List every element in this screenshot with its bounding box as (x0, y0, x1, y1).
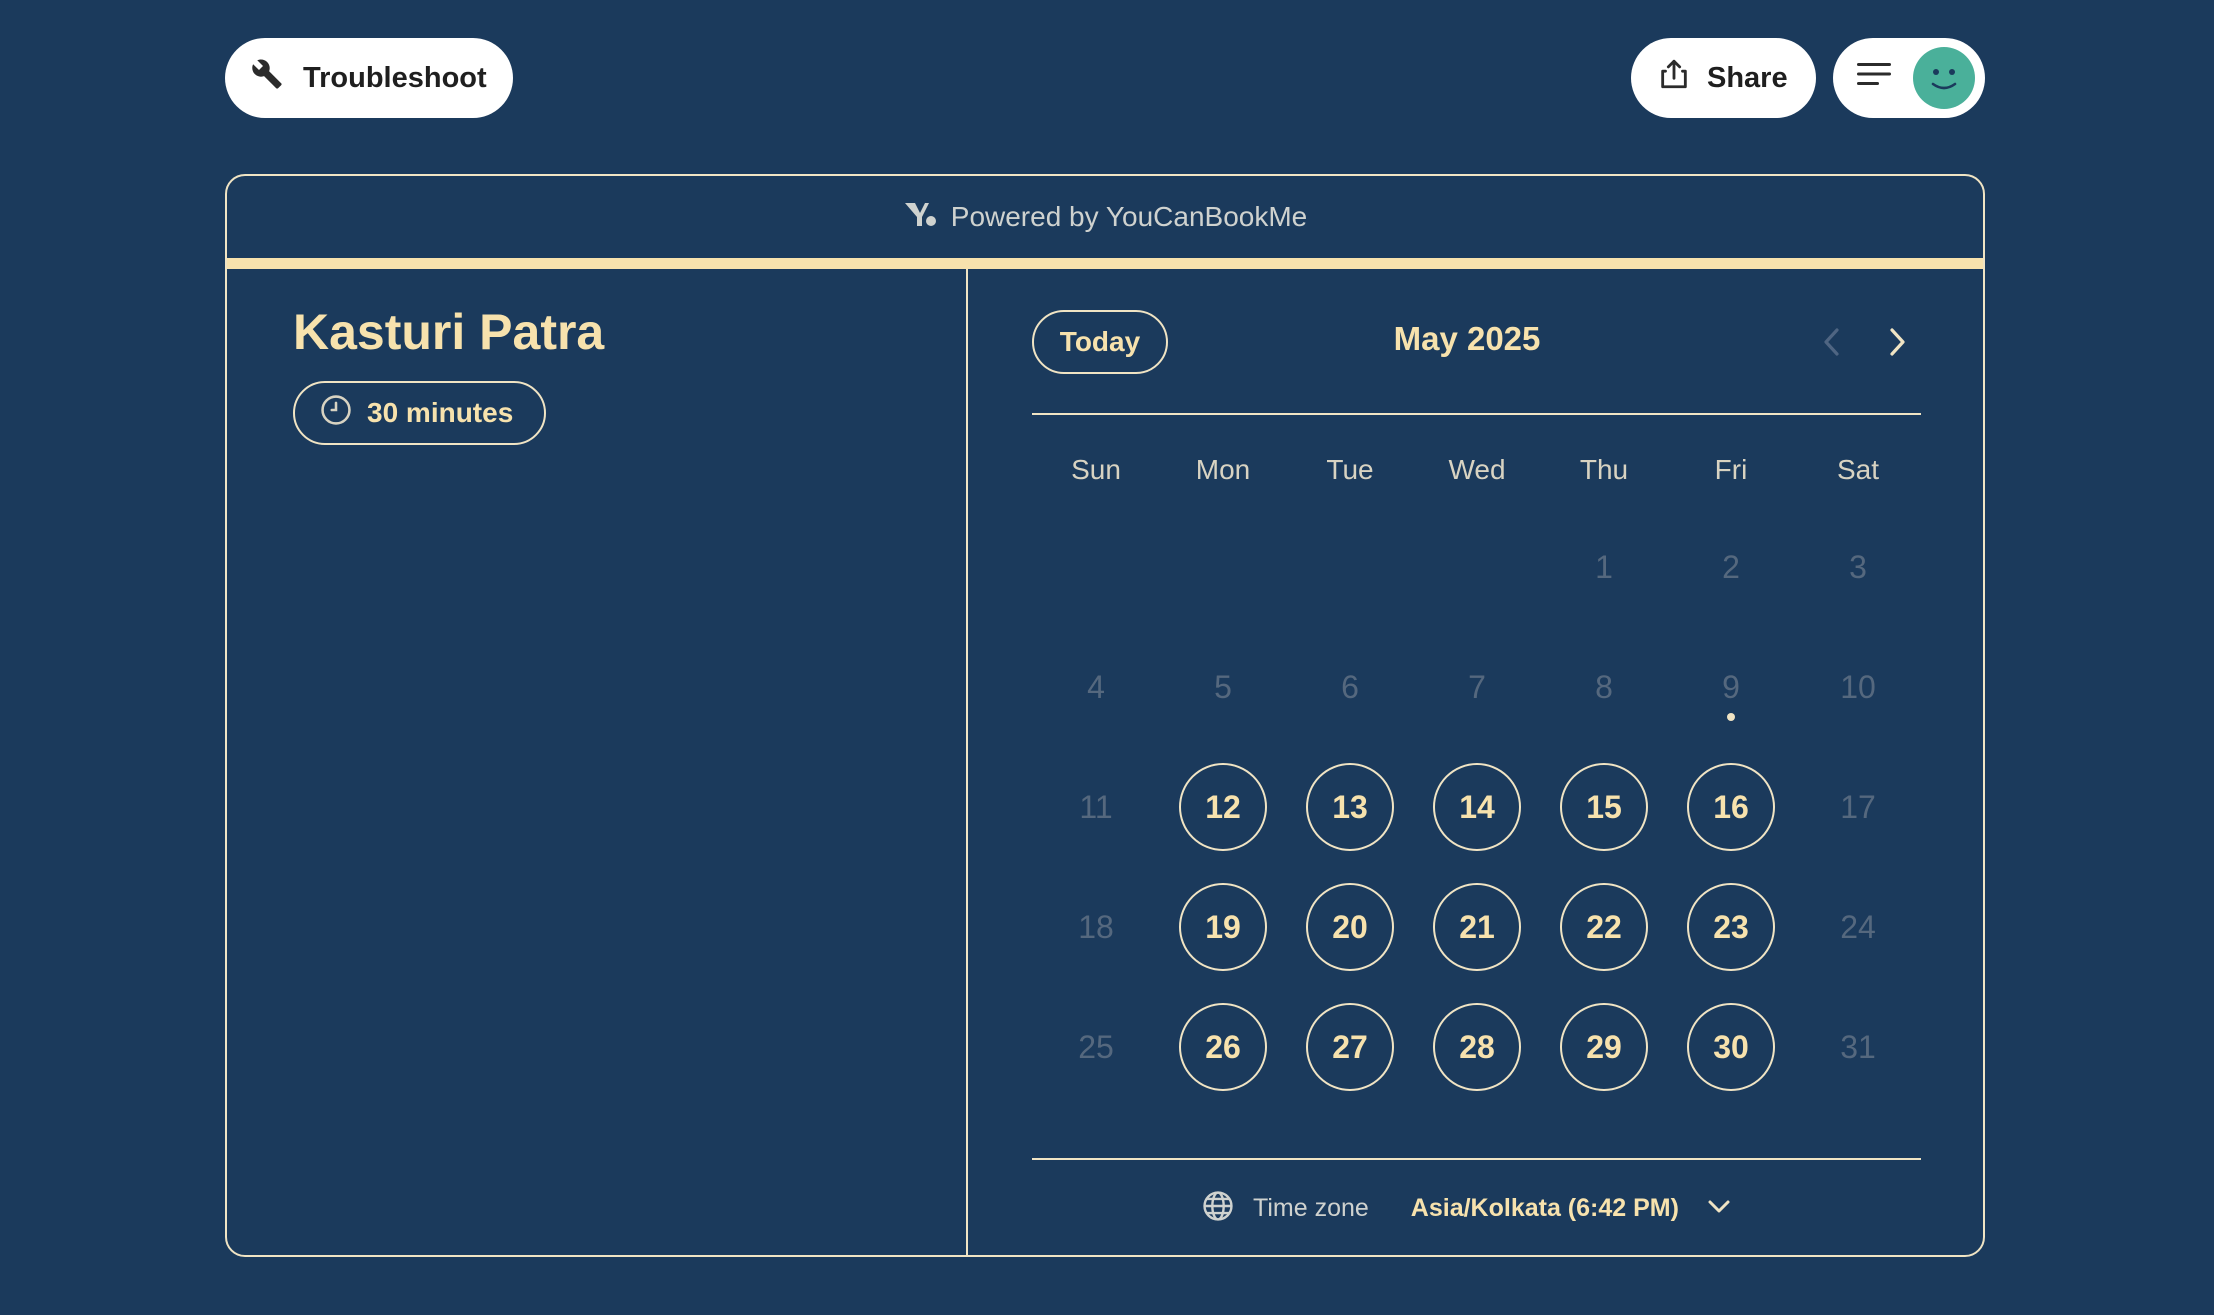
calendar-day-20[interactable]: 20 (1306, 883, 1394, 971)
host-name: Kasturi Patra (293, 304, 605, 360)
calendar-day-30[interactable]: 30 (1687, 1003, 1775, 1091)
powered-by-text: Powered by YouCanBookMe (950, 201, 1308, 232)
next-month-button[interactable] (1877, 322, 1917, 362)
chevron-left-icon (1812, 328, 1852, 366)
calendar-day-26[interactable]: 26 (1179, 1003, 1267, 1091)
weekday-sat: Sat (1836, 454, 1880, 485)
weekday-wed: Wed (1448, 454, 1506, 485)
hamburger-icon (1857, 59, 1891, 97)
calendar-day-27[interactable]: 27 (1306, 1003, 1394, 1091)
share-label: Share (1707, 61, 1788, 94)
youcanbookme-logo-icon (903, 199, 937, 236)
weekday-fri: Fri (1714, 454, 1748, 485)
calendar-day-28[interactable]: 28 (1433, 1003, 1521, 1091)
weekday-mon: Mon (1195, 454, 1251, 485)
booking-card: Powered by YouCanBookMe Kasturi Patra 30… (225, 174, 1985, 1257)
timezone-label: Time zone (1253, 1194, 1369, 1222)
calendar-bottom-rule (1032, 1158, 1921, 1160)
previous-month-button[interactable] (1812, 322, 1852, 362)
clock-icon (319, 393, 353, 434)
share-button[interactable]: Share (1631, 38, 1816, 118)
calendar-day-15[interactable]: 15 (1560, 763, 1648, 851)
weekday-thu: Thu (1579, 454, 1629, 485)
chevron-right-icon (1877, 328, 1917, 366)
calendar-day-19[interactable]: 19 (1179, 883, 1267, 971)
timezone-value: Asia/Kolkata (6:42 PM) (1410, 1194, 1679, 1222)
calendar-day-14[interactable]: 14 (1433, 763, 1521, 851)
globe-icon (1201, 1189, 1235, 1228)
calendar-day-10: 10 (1840, 668, 1876, 705)
weekday-sun: Sun (1071, 454, 1121, 485)
timezone-select[interactable]: Asia/Kolkata (6:42 PM) (1411, 1190, 1735, 1227)
powered-by-banner[interactable]: Powered by YouCanBookMe (227, 176, 1983, 258)
calendar-day-24: 24 (1840, 908, 1876, 945)
wrench-icon (251, 58, 283, 98)
calendar-day-7: 7 (1468, 668, 1486, 705)
calendar-day-18: 18 (1078, 908, 1114, 945)
today-button[interactable]: Today (1032, 310, 1168, 374)
timezone-row: Time zone Asia/Kolkata (6:42 PM) (1201, 1189, 1735, 1228)
duration-label: 30 minutes (367, 397, 514, 428)
calendar-day-13[interactable]: 13 (1306, 763, 1394, 851)
duration-badge: 30 minutes (293, 381, 546, 445)
calendar-day-23[interactable]: 23 (1687, 883, 1775, 971)
calendar-day-11: 11 (1079, 788, 1113, 825)
calendar-day-3: 3 (1849, 548, 1867, 585)
today-indicator-dot (1727, 713, 1735, 721)
calendar-day-29[interactable]: 29 (1560, 1003, 1648, 1091)
avatar (1913, 47, 1975, 109)
calendar-day-1: 1 (1595, 548, 1613, 585)
calendar-day-31: 31 (1840, 1028, 1876, 1065)
account-menu-button[interactable] (1833, 38, 1985, 118)
calendar-day-22[interactable]: 22 (1560, 883, 1648, 971)
calendar-day-21[interactable]: 21 (1433, 883, 1521, 971)
accent-stripe (227, 258, 1983, 269)
calendar-day-12[interactable]: 12 (1179, 763, 1267, 851)
calendar-day-17: 17 (1840, 788, 1876, 825)
share-icon (1657, 57, 1691, 99)
calendar-day-5: 5 (1214, 668, 1232, 705)
troubleshoot-label: Troubleshoot (303, 61, 487, 94)
month-title-text: May 2025 (1393, 320, 1541, 357)
calendar-day-25: 25 (1078, 1028, 1114, 1065)
calendar-day-8: 8 (1595, 668, 1613, 705)
troubleshoot-button[interactable]: Troubleshoot (225, 38, 513, 118)
calendar-day-2: 2 (1722, 548, 1740, 585)
calendar-day-4: 4 (1087, 668, 1105, 705)
panel-divider (966, 269, 968, 1255)
calendar-day-6: 6 (1341, 668, 1359, 705)
calendar-day-16[interactable]: 16 (1687, 763, 1775, 851)
calendar-top-rule (1032, 413, 1921, 415)
chevron-down-icon (1703, 1190, 1735, 1227)
weekday-tue: Tue (1326, 454, 1374, 485)
